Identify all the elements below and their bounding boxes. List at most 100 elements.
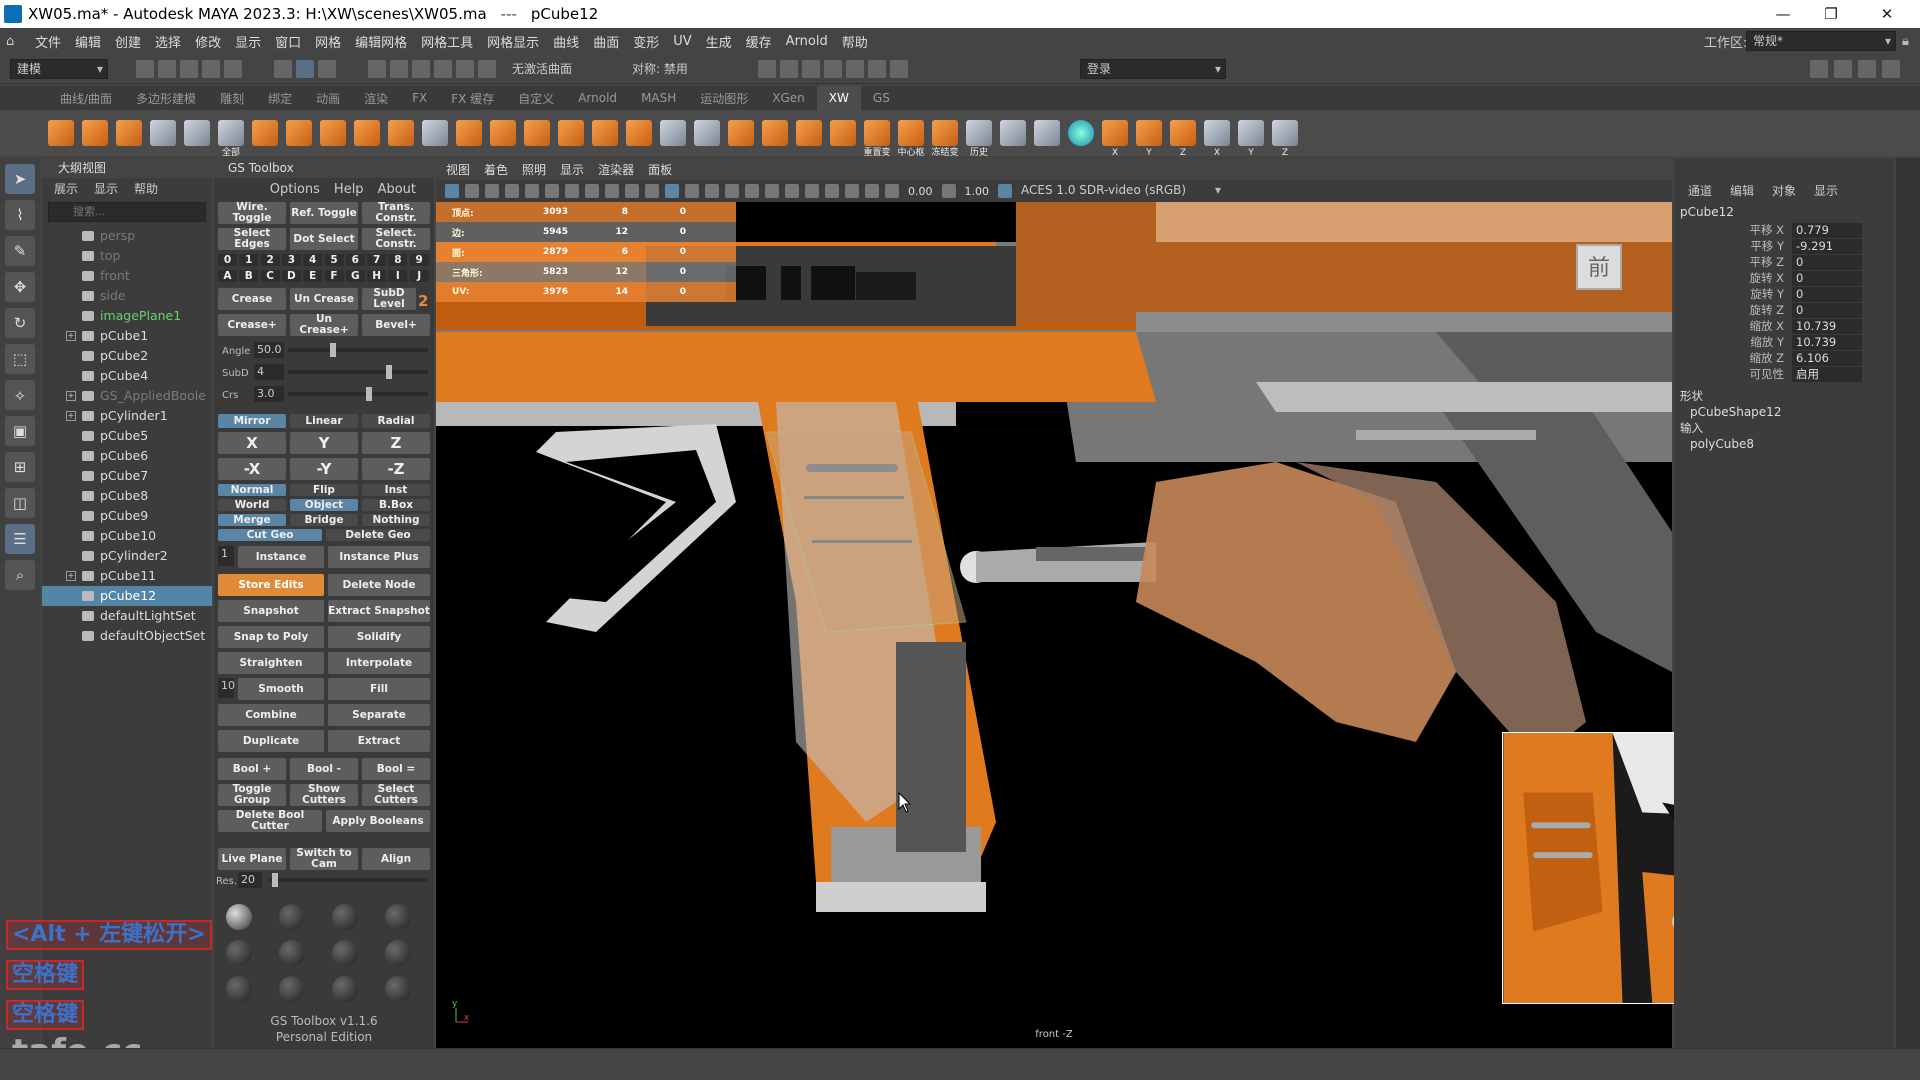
bridge-icon[interactable] xyxy=(422,120,448,146)
textured-icon[interactable] xyxy=(705,184,719,198)
straighten-button[interactable]: Straighten xyxy=(218,652,324,674)
axis-z-button[interactable]: Z xyxy=(362,432,430,454)
exposure-icon[interactable] xyxy=(885,184,899,198)
toggle-group-button[interactable]: Toggle Group xyxy=(218,784,286,806)
mirror-z-icon[interactable]: Z xyxy=(1170,120,1196,158)
channel-attr-value[interactable]: 启用 xyxy=(1792,366,1862,382)
resolution-gate-icon[interactable] xyxy=(565,184,579,198)
instance-button[interactable]: Instance xyxy=(238,546,324,568)
channel-menu-object[interactable]: 对象 xyxy=(1772,182,1796,199)
letter-slot-3[interactable]: D xyxy=(281,270,301,282)
shelf-tab-xgen[interactable]: XGen xyxy=(760,91,817,105)
shelf-tab-arnold[interactable]: Arnold xyxy=(566,91,629,105)
interpolate-button[interactable]: Interpolate xyxy=(328,652,430,674)
snap-grid-icon[interactable] xyxy=(368,59,386,78)
snap-magnet-icon[interactable] xyxy=(478,59,496,78)
lock-icon[interactable]: 🔒︎ xyxy=(1902,34,1909,49)
mirror-y-icon[interactable]: Y xyxy=(1136,120,1162,158)
flatten-z-icon[interactable]: Z xyxy=(1272,120,1298,158)
extract-icon[interactable] xyxy=(320,120,346,146)
shelf-tab-polygon[interactable]: 多边形建模 xyxy=(124,90,208,107)
bbox-toggle[interactable]: B.Box xyxy=(362,499,430,511)
flatten-x-icon[interactable]: X xyxy=(1204,120,1230,158)
shadows-icon[interactable] xyxy=(745,184,759,198)
poly-sphere-icon[interactable] xyxy=(48,120,74,146)
anti-aliasing-icon[interactable] xyxy=(805,184,819,198)
letter-slot-5[interactable]: F xyxy=(324,270,344,282)
letter-slot-7[interactable]: H xyxy=(367,270,387,282)
shelf-tab-sculpt[interactable]: 雕刻 xyxy=(208,90,256,107)
login-dropdown[interactable]: 登录 xyxy=(1080,58,1226,79)
shelf-tab-animation[interactable]: 动画 xyxy=(304,90,352,107)
vp-menu-panels[interactable]: 面板 xyxy=(648,161,672,178)
workspace-dropdown[interactable]: 常规* xyxy=(1746,31,1896,51)
xray-icon[interactable] xyxy=(845,184,859,198)
radial-mode-button[interactable]: Radial xyxy=(362,414,430,428)
menu-mesh[interactable]: 网格 xyxy=(308,32,348,51)
snap-to-poly-button[interactable]: Snap to Poly xyxy=(218,626,324,648)
vp-menu-renderer[interactable]: 渲染器 xyxy=(598,161,634,178)
uncrease-plus-button[interactable]: Un Crease+ xyxy=(290,314,358,336)
switch-to-cam-button[interactable]: Switch to Cam xyxy=(290,848,358,870)
material-ball-icon[interactable] xyxy=(332,904,358,930)
right-side-tabs[interactable] xyxy=(1896,158,1920,1048)
outliner-item-imageplane1[interactable]: imagePlane1 xyxy=(42,306,212,326)
combine-icon[interactable] xyxy=(252,120,278,146)
number-slot-7[interactable]: 7 xyxy=(367,254,387,266)
offset-loop-icon[interactable] xyxy=(694,120,720,146)
channel-attr-value[interactable]: 0.779 xyxy=(1792,222,1862,238)
color-management-icon[interactable] xyxy=(998,184,1012,198)
dot-select-button[interactable]: Dot Select xyxy=(290,228,358,250)
instance-plus-button[interactable]: Instance Plus xyxy=(328,546,430,568)
material-ball-icon[interactable] xyxy=(385,976,411,1002)
mirror-icon[interactable] xyxy=(592,120,618,146)
select-all-icon[interactable]: 全部 xyxy=(218,120,244,158)
attribute-editor-icon[interactable] xyxy=(1834,59,1852,78)
crs-slider[interactable] xyxy=(288,387,428,401)
menu-create[interactable]: 创建 xyxy=(108,32,148,51)
channel-attr-value[interactable]: 6.106 xyxy=(1792,350,1862,366)
align-button[interactable]: Align xyxy=(362,848,430,870)
material-ball-icon[interactable] xyxy=(226,976,252,1002)
channel-attr-value[interactable]: 0 xyxy=(1792,286,1862,302)
select-edges-button[interactable]: Select Edges xyxy=(218,228,286,250)
outliner-item-top[interactable]: top xyxy=(42,246,212,266)
subd-level-button[interactable]: SubD Level xyxy=(362,288,416,310)
center-pivot-icon[interactable]: 中心枢 xyxy=(897,120,925,158)
outliner-menu-show[interactable]: 展示 xyxy=(54,180,78,197)
outliner-item-front[interactable]: front xyxy=(42,266,212,286)
outliner-item-pcube12[interactable]: pCube12 xyxy=(42,586,212,606)
separate-button[interactable]: Separate xyxy=(328,704,430,726)
select-component-icon[interactable] xyxy=(318,59,336,78)
four-view-icon[interactable]: ⊞ xyxy=(5,452,35,482)
poly-torus-icon[interactable] xyxy=(184,120,210,146)
grid-icon[interactable] xyxy=(525,184,539,198)
shelf-tab-fx[interactable]: FX xyxy=(400,91,439,105)
close-button[interactable]: ✕ xyxy=(1864,0,1910,28)
combine-button[interactable]: Combine xyxy=(218,704,324,726)
merge-icon[interactable] xyxy=(558,120,584,146)
ambient-occlusion-icon[interactable] xyxy=(765,184,779,198)
axis-x-button[interactable]: X xyxy=(218,432,286,454)
channel-attr-value[interactable]: -9.291 xyxy=(1792,238,1862,254)
solidify-button[interactable]: Solidify xyxy=(328,626,430,648)
wireframe-on-shaded-icon[interactable] xyxy=(685,184,699,198)
save-scene-icon[interactable] xyxy=(180,59,198,78)
axis-y-button[interactable]: Y xyxy=(290,432,358,454)
slide-edge-icon[interactable] xyxy=(796,120,822,146)
shelf-tab-rendering[interactable]: 渲染 xyxy=(352,90,400,107)
subd-slider-handle[interactable] xyxy=(386,365,392,379)
mirror-x-icon[interactable]: X xyxy=(1102,120,1128,158)
trans-constr-button[interactable]: Trans. Constr. xyxy=(362,202,430,224)
channel-attr-value[interactable]: 10.739 xyxy=(1792,334,1862,350)
menu-mesh-tools[interactable]: 网格工具 xyxy=(414,32,480,51)
fill-hole-icon[interactable] xyxy=(524,120,550,146)
outliner-item-pcube6[interactable]: pCube6 xyxy=(42,446,212,466)
channel-row[interactable]: 缩放 X 10.739 xyxy=(1674,318,1894,334)
outliner-search-input[interactable]: 搜索... xyxy=(48,202,206,222)
linear-mode-button[interactable]: Linear xyxy=(290,414,358,428)
ref-toggle-button[interactable]: Ref. Toggle xyxy=(290,202,358,224)
number-slot-2[interactable]: 2 xyxy=(260,254,280,266)
uv-layout-icon[interactable] xyxy=(1034,120,1060,146)
xray-joints-icon[interactable] xyxy=(865,184,879,198)
